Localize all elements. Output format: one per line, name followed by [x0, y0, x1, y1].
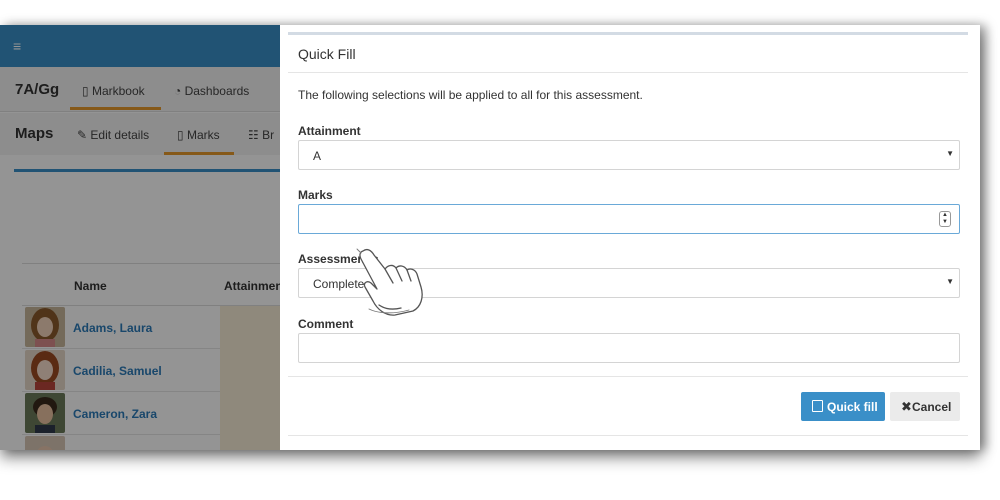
dialog-body: Quick Fill The following selections will…: [288, 32, 968, 435]
comment-label: Comment: [298, 317, 354, 331]
attainment-select[interactable]: A ▼: [298, 140, 960, 170]
marks-label: Marks: [298, 188, 333, 202]
quick-fill-label: Quick fill: [827, 400, 878, 414]
quick-fill-dialog: Quick Fill The following selections will…: [280, 25, 980, 450]
caret-down-icon: ▼: [946, 277, 954, 286]
calculator-icon: [812, 400, 823, 412]
attainment-value: A: [313, 149, 322, 163]
close-icon: ✖: [901, 399, 912, 414]
cancel-button[interactable]: ✖ Cancel: [890, 392, 960, 421]
caret-down-icon: ▼: [946, 149, 954, 158]
dialog-title: Quick Fill: [298, 46, 356, 62]
divider: [288, 72, 968, 73]
comment-input[interactable]: [298, 333, 960, 363]
screenshot-frame: ≡ 7A/Gg ▯ Markbook ◔ Dashboards Maps ✎ E…: [0, 0, 1000, 500]
number-spinner-icon[interactable]: ▲ ▼: [939, 211, 951, 227]
cancel-label: Cancel: [912, 400, 952, 414]
hand-pointer-icon: [356, 248, 423, 316]
footer-divider: [288, 376, 968, 377]
attainment-label: Attainment: [298, 124, 361, 138]
quick-fill-button[interactable]: Quick fill: [801, 392, 885, 421]
dialog-description: The following selections will be applied…: [298, 88, 643, 102]
app-window: ≡ 7A/Gg ▯ Markbook ◔ Dashboards Maps ✎ E…: [0, 25, 980, 450]
dialog-bottom-border: [288, 435, 968, 436]
marks-input[interactable]: ▲ ▼: [298, 204, 960, 234]
modal-backdrop[interactable]: [0, 25, 280, 450]
